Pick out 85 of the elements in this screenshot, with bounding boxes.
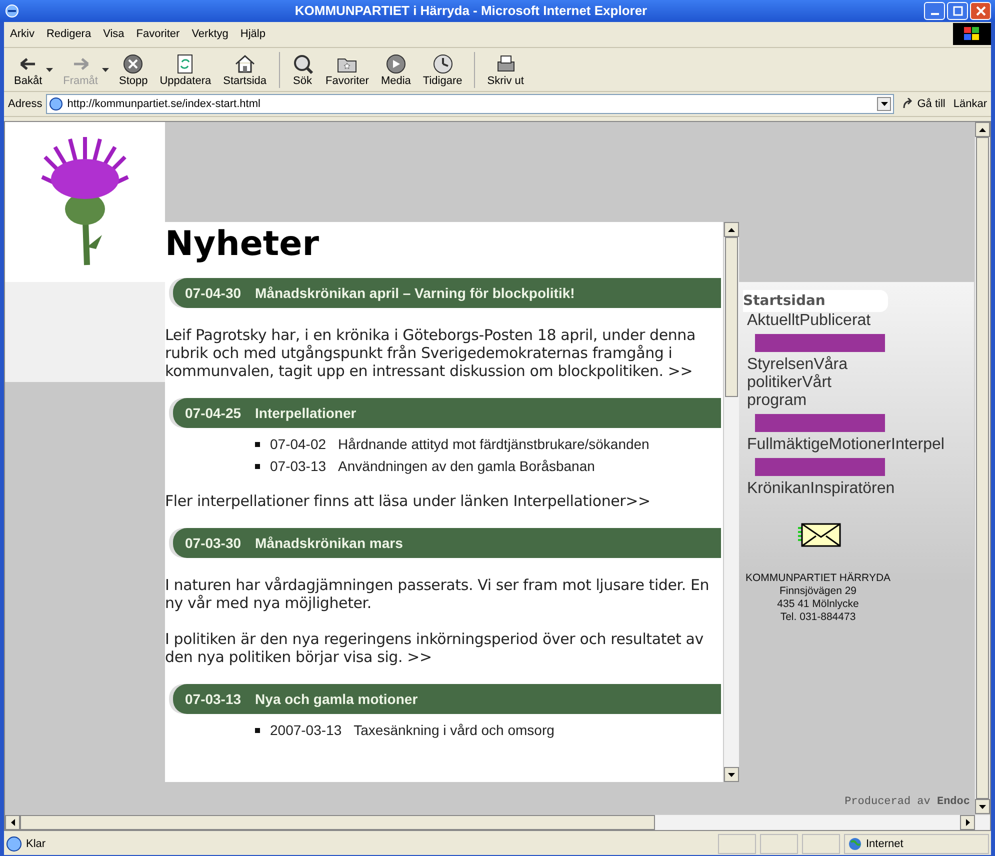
clock-icon: [432, 52, 454, 75]
stop-icon: [122, 52, 144, 75]
maximize-icon: [952, 6, 962, 16]
home-button[interactable]: Startsida: [217, 50, 273, 89]
search-icon: [292, 52, 314, 75]
status-panel: [718, 834, 756, 854]
item-link[interactable]: Taxesänkning i vård och omsorg: [354, 722, 554, 738]
envelope-icon[interactable]: [798, 522, 842, 548]
scroll-up-button[interactable]: [975, 122, 990, 138]
dropdown-button[interactable]: [877, 97, 892, 112]
scroll-right-button[interactable]: [960, 815, 975, 830]
menu-item[interactable]: Redigera: [40, 28, 98, 40]
globe-icon: [848, 837, 862, 852]
sidebar-tab[interactable]: Startsidan: [743, 290, 888, 312]
nav-links[interactable]: FullmäktigeMotionerInterpel: [747, 436, 944, 454]
news-paragraph: Fler interpellationer finns att läsa under länken Interpellationer>>: [165, 492, 652, 510]
news-header[interactable]: 07-03-13 Nya och gamla motioner: [173, 684, 721, 714]
status-panel: [802, 834, 840, 854]
contact-address: KOMMUNPARTIET HÄRRYDA Finnsjövägen 29 435 41 Mölnlycke Tel. 031-884473: [744, 572, 892, 624]
menu-item[interactable]: Verktyg: [186, 28, 234, 40]
minimize-icon: [930, 12, 938, 15]
maximize-button[interactable]: [947, 2, 968, 20]
scroll-left-button[interactable]: [5, 815, 20, 830]
news-header[interactable]: 07-04-25 Interpellationer: [173, 398, 721, 428]
up-arrow-icon: [979, 128, 986, 132]
down-arrow-icon: [979, 804, 986, 809]
windows-logo-icon: [953, 23, 991, 46]
page-heading: Nyheter: [165, 224, 320, 264]
caret-icon[interactable]: [46, 68, 54, 72]
scroll-thumb[interactable]: [20, 815, 655, 830]
refresh-button[interactable]: Uppdatera: [154, 50, 218, 89]
footer-credit: Producerad av Endoc: [844, 796, 970, 808]
links-label[interactable]: Länkar: [953, 98, 987, 110]
close-icon: [976, 6, 986, 16]
play-disc-icon: [384, 52, 407, 75]
news-header[interactable]: 07-03-30 Månadskrönikan mars: [173, 528, 721, 558]
status-panel: [760, 834, 798, 854]
close-button[interactable]: [970, 2, 991, 20]
bullet-icon: [255, 728, 260, 733]
back-button[interactable]: Bakåt: [8, 50, 48, 89]
nav-links[interactable]: StyrelsenVåra politikerVårt program: [747, 356, 872, 410]
bullet-icon: [255, 442, 260, 447]
go-button[interactable]: Gå till: [898, 98, 950, 110]
minimize-button[interactable]: [924, 2, 945, 20]
media-button[interactable]: Media: [374, 50, 417, 89]
left-arrow-icon: [10, 819, 14, 826]
news-paragraph: I politiken är den nya regeringens inkörningsperiod över och resultatet av den nya politiken börjar visa sig. >>: [165, 630, 704, 666]
house-icon: [234, 52, 256, 75]
scroll-down-button[interactable]: [975, 799, 990, 814]
scroll-down-button[interactable]: [724, 767, 739, 782]
print-button[interactable]: Skriv ut: [481, 50, 530, 89]
item-date: 07-04-02: [270, 436, 326, 452]
arrow-icon: [902, 98, 914, 110]
search-button[interactable]: Sök: [286, 50, 320, 89]
item-link[interactable]: Användningen av den gamla Boråsbanan: [338, 458, 595, 474]
favorites-button[interactable]: Favoriter: [320, 50, 375, 89]
history-button[interactable]: Tidigare: [416, 50, 468, 89]
menu-item[interactable]: Arkiv: [4, 28, 40, 40]
item-date: 2007-03-13: [270, 722, 342, 738]
news-paragraph: I naturen har vårdagjämningen passerats. Vi ser fram mot ljusare tider. En ny vår med nya möjligheter.: [165, 576, 710, 612]
stop-button[interactable]: Stopp: [112, 50, 154, 89]
item-link[interactable]: Hårdnande attityd mot färdtjänstbrukare/sökanden: [338, 436, 650, 452]
right-arrow-icon: [966, 819, 970, 826]
down-arrow-icon: [728, 772, 735, 777]
page-icon: [49, 97, 64, 112]
caret-icon: [880, 102, 888, 106]
status-text: Klar: [26, 838, 47, 850]
bullet-icon: [255, 464, 260, 469]
nav-links[interactable]: KrönikanInspiratören: [747, 480, 895, 498]
up-arrow-icon: [728, 228, 735, 232]
news-paragraph: Leif Pagrotsky har, i en krönika i Göteborgs-Posten 18 april, under denna rubrik och med utgångspunkt från Sverigedemokraternas framgång i kommunvalen, tagit upp en intressant diskussion om blockpolitiken. >>: [165, 326, 696, 380]
nav-links[interactable]: AktuelltPublicerat: [747, 312, 872, 330]
scroll-thumb[interactable]: [976, 137, 989, 800]
zone-label: Internet: [866, 838, 904, 850]
menu-item[interactable]: Hjälp: [234, 28, 272, 40]
window-title: KOMMUNPARTIET i Härryda - Microsoft Internet Explorer: [294, 3, 648, 18]
page-icon: [6, 836, 22, 852]
address-label: Adress: [8, 98, 42, 110]
menu-item[interactable]: Visa: [97, 28, 130, 40]
menu-item[interactable]: Favoriter: [130, 28, 186, 40]
scroll-up-button[interactable]: [724, 222, 739, 238]
scroll-thumb[interactable]: [725, 237, 738, 398]
news-header[interactable]: 07-04-30 Månadskrönikan april – Varning för blockpolitik!: [173, 278, 721, 308]
address-field[interactable]: http://kommunpartiet.se/index-start.html: [46, 94, 894, 114]
item-date: 07-03-13: [270, 458, 326, 474]
